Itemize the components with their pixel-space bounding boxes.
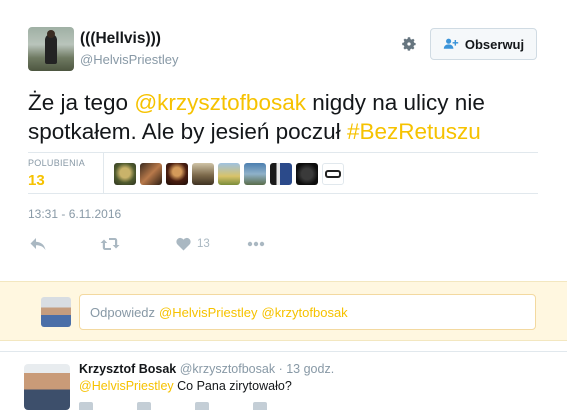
reply-author-name[interactable]: Krzysztof Bosak	[79, 362, 176, 376]
more-action[interactable]	[247, 234, 265, 254]
liker-avatar[interactable]	[270, 163, 292, 185]
tweet-header: (((Hellvis))) @HelvisPriestley Obserwuj	[28, 27, 538, 73]
reply-heart-icon[interactable]	[195, 402, 209, 410]
follow-label: Obserwuj	[464, 36, 525, 52]
tweet-timestamp[interactable]: 13:31 - 6.11.2016	[28, 207, 121, 221]
reply-tweet[interactable]: Krzysztof Bosak @krzysztofbosak · 13 god…	[0, 351, 567, 410]
reply-time[interactable]: · 13 godz.	[279, 362, 335, 376]
reply-retweet-icon[interactable]	[137, 402, 151, 410]
reply-meta: Krzysztof Bosak @krzysztofbosak · 13 god…	[79, 362, 334, 376]
heart-icon	[176, 237, 191, 251]
tweet-text: Że ja tego @krzysztofbosak nigdy na ulic…	[28, 88, 548, 146]
current-user-avatar	[41, 297, 71, 327]
liker-avatar[interactable]	[322, 163, 344, 185]
stats-divider	[103, 153, 104, 193]
liker-avatar[interactable]	[140, 163, 162, 185]
tweet-actions: 13	[28, 234, 328, 254]
reply-text-content: Co Pana zirytowało?	[173, 379, 292, 393]
reply-compose-area: Odpowiedz @HelvisPriestley @krzytofbosak	[0, 281, 567, 341]
reply-mention-2: @krzytofbosak	[261, 304, 348, 320]
author-name[interactable]: (((Hellvis)))	[80, 30, 161, 48]
tweet-mention-link[interactable]: @krzysztofbosak	[134, 90, 306, 115]
reply-mention-1: @HelvisPriestley	[159, 304, 258, 320]
more-icon	[247, 241, 265, 247]
reply-author-handle[interactable]: @krzysztofbosak	[180, 362, 275, 376]
reply-actions	[79, 402, 339, 410]
reply-text: @HelvisPriestley Co Pana zirytowało?	[79, 379, 292, 393]
liker-avatar[interactable]	[218, 163, 240, 185]
liker-avatar[interactable]	[192, 163, 214, 185]
liker-avatar[interactable]	[166, 163, 188, 185]
reply-reply-icon[interactable]	[79, 402, 93, 410]
follow-person-icon	[443, 38, 459, 49]
liker-avatar[interactable]	[296, 163, 318, 185]
reply-prefix: Odpowiedz	[90, 304, 156, 320]
liker-avatar[interactable]	[244, 163, 266, 185]
retweet-action[interactable]	[100, 234, 120, 254]
tweet-text-part1: Że ja tego	[28, 90, 135, 115]
author-handle[interactable]: @HelvisPriestley	[80, 52, 178, 67]
liker-avatar[interactable]	[114, 163, 136, 185]
retweet-icon	[100, 238, 120, 250]
reply-mention-link[interactable]: @HelvisPriestley	[79, 379, 174, 393]
tweet-stats: POLUBIENIA 13	[28, 152, 538, 194]
likes-label: POLUBIENIA	[28, 158, 86, 168]
likes-count[interactable]: 13	[28, 172, 45, 189]
like-count: 13	[197, 238, 210, 250]
tweet-hashtag-link[interactable]: #BezRetuszu	[347, 119, 481, 144]
reply-author-avatar[interactable]	[24, 364, 70, 410]
reply-input[interactable]: Odpowiedz @HelvisPriestley @krzytofbosak	[79, 294, 536, 330]
reply-more-icon[interactable]	[253, 402, 267, 410]
gear-icon[interactable]	[400, 35, 418, 53]
likers-avatars	[114, 163, 344, 185]
reply-action[interactable]	[30, 234, 46, 254]
follow-button[interactable]: Obserwuj	[430, 28, 537, 60]
reply-icon	[30, 238, 46, 250]
like-action[interactable]: 13	[176, 234, 210, 254]
author-avatar[interactable]	[28, 27, 74, 71]
